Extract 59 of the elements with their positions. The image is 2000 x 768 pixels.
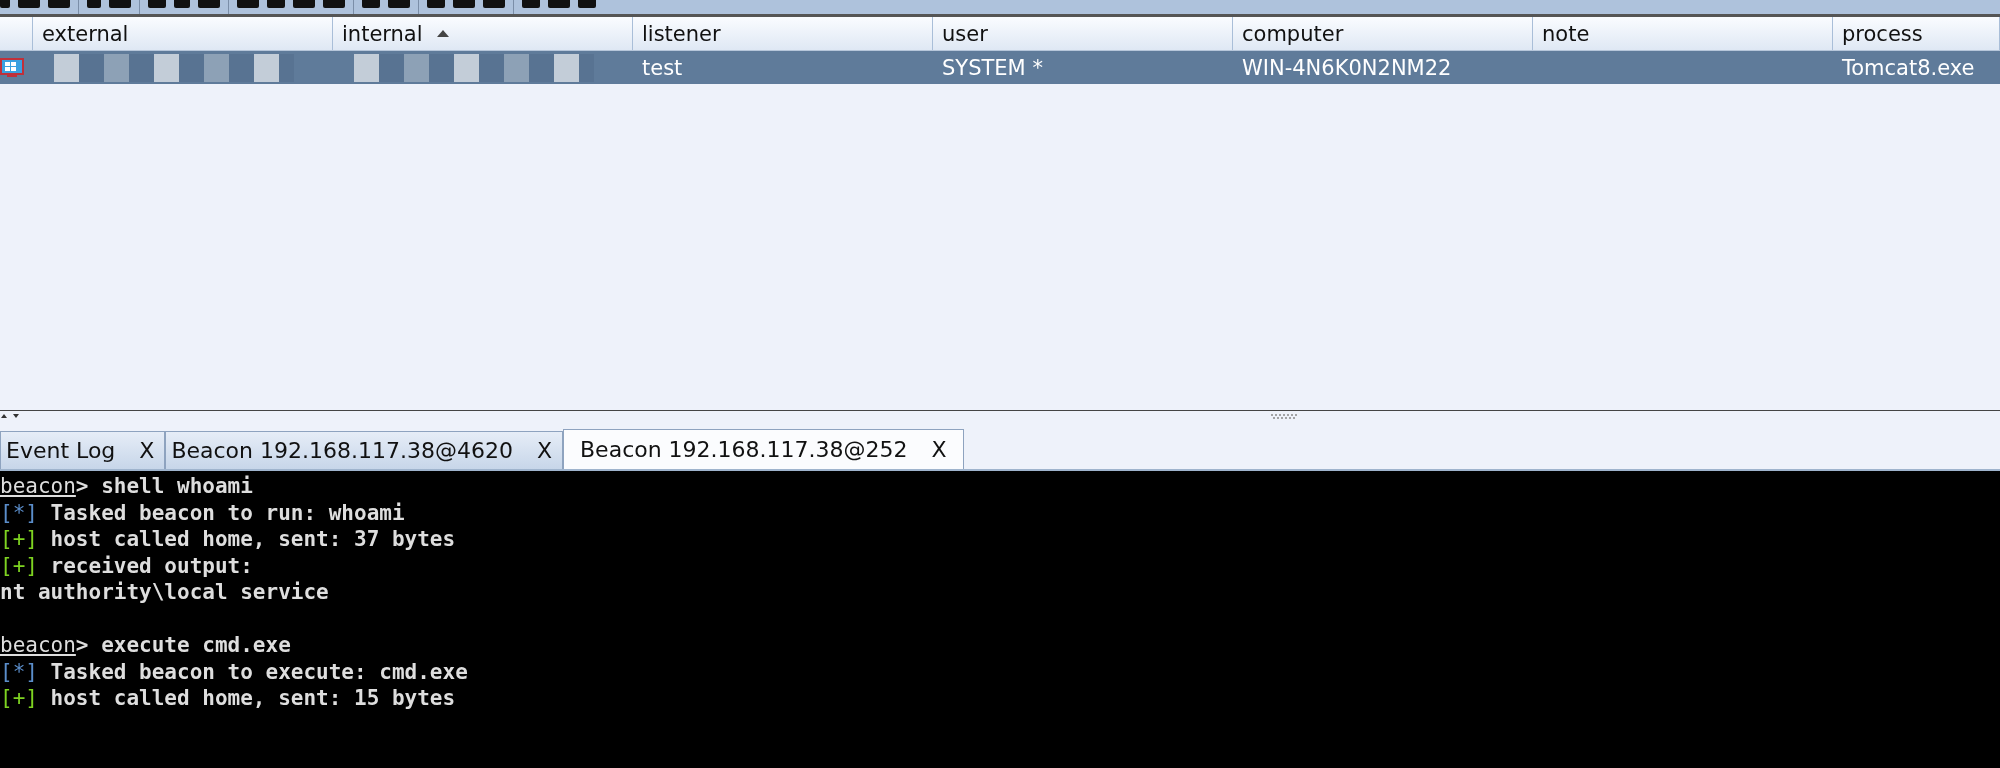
console-message: Tasked beacon to execute: cmd.exe xyxy=(49,659,468,684)
prompt-label: beacon xyxy=(0,474,76,498)
toolbar-icon[interactable] xyxy=(174,0,190,8)
close-button[interactable]: X xyxy=(536,438,552,463)
tab[interactable]: Beacon 192.168.117.38@252 X xyxy=(563,429,964,469)
console-output: nt authority\local service xyxy=(0,579,330,606)
column-header[interactable]: user xyxy=(933,17,1233,50)
toolbar-icon[interactable] xyxy=(548,0,570,8)
tab-label[interactable]: Beacon 192.168.117.38@252 xyxy=(580,437,908,462)
status-marker: [*] xyxy=(0,659,38,684)
console-command: > shell whoami xyxy=(75,474,253,498)
toolbar-icon[interactable] xyxy=(148,0,166,8)
console-message: host called home, sent: 37 bytes xyxy=(49,527,456,551)
toolbar-icon[interactable] xyxy=(109,0,131,8)
toolbar-icon[interactable] xyxy=(237,0,259,8)
table-cell-text: WIN-4N6K0N2NM22 xyxy=(1241,54,1453,82)
close-button[interactable]: X xyxy=(931,437,947,462)
column-header[interactable]: listener xyxy=(633,17,933,50)
tab-label[interactable]: Event Log xyxy=(6,438,116,463)
grip-icon[interactable] xyxy=(1270,413,1298,419)
status-marker: [+] xyxy=(0,686,38,710)
table-cell-text: test xyxy=(641,54,684,82)
tab-label[interactable]: Beacon 192.168.117.38@4620 xyxy=(171,438,513,463)
table-cell-text: SYSTEM * xyxy=(941,54,1044,82)
table-cell-text: Tomcat8.exe xyxy=(1841,54,1976,82)
column-header[interactable]: external xyxy=(33,17,333,50)
toolbar-icon[interactable] xyxy=(18,0,40,8)
toolbar-icon[interactable] xyxy=(578,0,596,8)
toolbar-icon[interactable] xyxy=(427,0,445,8)
toolbar-icon[interactable] xyxy=(522,0,540,8)
toolbar-icon[interactable] xyxy=(48,0,70,8)
status-marker: [*] xyxy=(0,500,38,525)
toolbar-icon[interactable] xyxy=(87,0,101,8)
toolbar-icon[interactable] xyxy=(323,0,345,8)
column-header[interactable]: computer xyxy=(1233,17,1533,50)
computer-icon xyxy=(0,56,24,79)
tab[interactable]: Beacon 192.168.117.38@4620 X xyxy=(165,431,563,469)
tab[interactable]: Event Log X xyxy=(0,431,166,469)
table-row[interactable]: test SYSTEM * WIN-4N6K0N2NM22 Tomcat8.exe xyxy=(0,51,2000,84)
status-marker: [+] xyxy=(0,527,38,551)
status-marker: [+] xyxy=(0,553,38,578)
column-header[interactable]: internal xyxy=(333,17,633,50)
collapse-arrows-icon[interactable] xyxy=(0,413,22,421)
toolbar-icon[interactable] xyxy=(198,0,220,8)
console-message: Tasked beacon to run: whoami xyxy=(49,500,405,525)
toolbar-icon[interactable] xyxy=(362,0,380,8)
toolbar-icon[interactable] xyxy=(267,0,285,8)
console-message: received output: xyxy=(49,553,253,578)
prompt-label: beacon xyxy=(0,633,76,657)
console-message: host called home, sent: 15 bytes xyxy=(49,686,456,710)
toolbar-icon[interactable] xyxy=(0,0,10,8)
column-header[interactable]: process xyxy=(1833,17,2000,50)
toolbar-icon[interactable] xyxy=(453,0,475,8)
close-button[interactable]: X xyxy=(139,438,155,463)
toolbar-icon[interactable] xyxy=(483,0,505,8)
toolbar-icon[interactable] xyxy=(293,0,315,8)
column-header[interactable]: note xyxy=(1533,17,1833,50)
console-command: > execute cmd.exe xyxy=(75,633,291,657)
toolbar-icon[interactable] xyxy=(388,0,410,8)
